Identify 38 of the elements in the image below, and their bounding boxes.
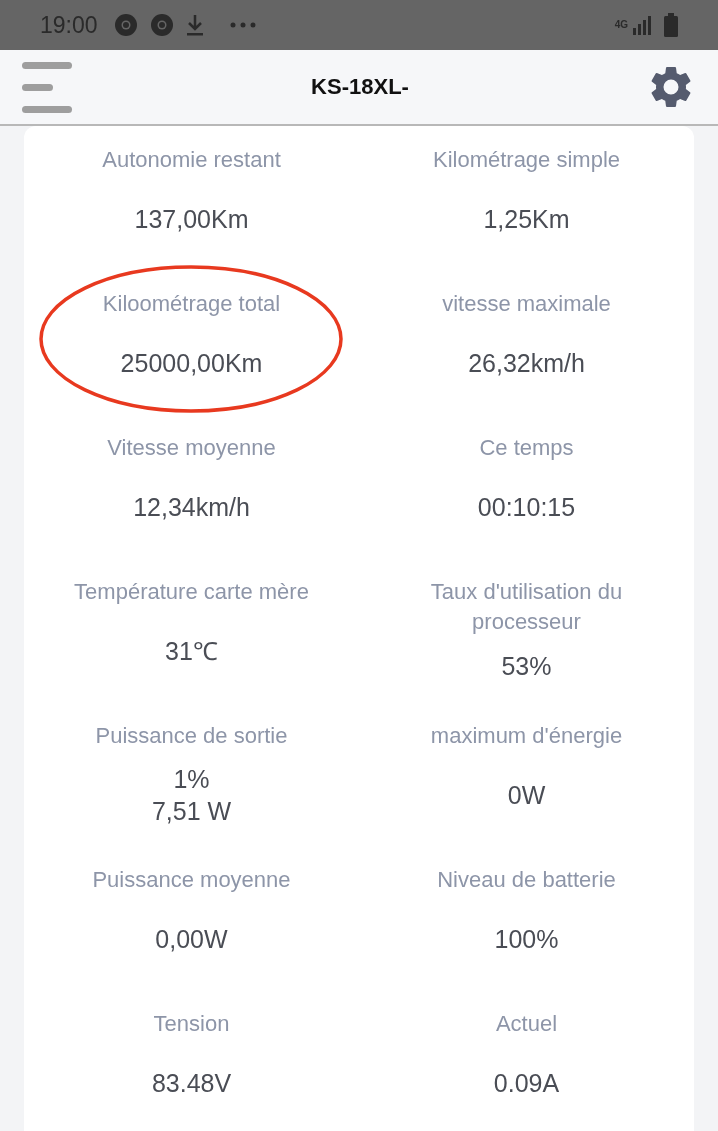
stat-label: vitesse maximale xyxy=(442,290,611,318)
more-icon xyxy=(229,22,256,28)
stat-label: maximum d'énergie xyxy=(430,722,623,750)
stat-label: Puissance moyenne xyxy=(92,866,291,894)
stat-value: 1% xyxy=(173,763,210,795)
stat-value: 12,34km/h xyxy=(133,491,250,523)
stat-value: 1,25Km xyxy=(483,203,570,235)
stat-value: 7,51 W xyxy=(151,795,232,827)
stat-label: Taux d'utilisation du processeur xyxy=(429,578,624,636)
stat-value: 0W xyxy=(507,779,546,811)
network-label: 4G xyxy=(614,20,628,30)
stat-value: 31℃ xyxy=(165,635,218,667)
stat-label: Niveau de batterie xyxy=(437,866,616,894)
stat-value: 53% xyxy=(501,650,552,682)
stat-label: Température carte mère xyxy=(74,578,309,606)
stat-value: 00:10:15 xyxy=(477,491,576,523)
stat-value: 137,00Km xyxy=(134,203,249,235)
stat-label: Puissance de sortie xyxy=(95,722,288,750)
stat-label: Tension xyxy=(153,1010,230,1038)
download-icon xyxy=(185,13,204,37)
browser-icon xyxy=(113,13,138,37)
stat-value: 0,00W xyxy=(155,923,228,955)
stat-value: 26,32km/h xyxy=(468,347,585,379)
stat-value: 0.09A xyxy=(493,1067,560,1099)
stat-label: Autonomie restant xyxy=(102,146,281,174)
stat-value: 25000,00Km xyxy=(120,347,263,379)
signal-icon xyxy=(632,15,652,35)
stat-label: Vitesse moyenne xyxy=(107,434,276,462)
stat-label: Actuel xyxy=(495,1010,558,1038)
stat-value: 83.48V xyxy=(151,1067,232,1099)
stat-label: Kilométrage simple xyxy=(432,146,621,174)
battery-icon xyxy=(664,13,678,37)
device-title: KS-18XL- xyxy=(311,74,409,100)
clock: 19:00 xyxy=(40,11,98,39)
stat-label: Kiloométrage total xyxy=(102,290,281,318)
stat-value: 100% xyxy=(494,923,559,955)
stat-label: Ce temps xyxy=(479,434,574,462)
browser-icon xyxy=(149,13,174,37)
